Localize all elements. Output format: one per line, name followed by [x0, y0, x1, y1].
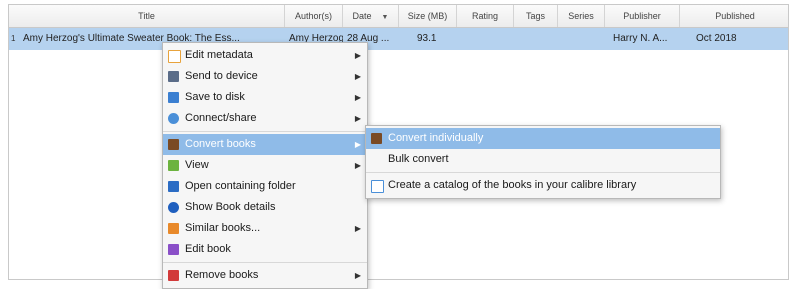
menu-item-label: Open containing folder: [185, 180, 296, 192]
menu-item-edit-book[interactable]: Edit book: [163, 239, 367, 260]
column-header-publisher-label: Publisher: [623, 11, 661, 21]
catalog-icon: [371, 180, 384, 193]
cell-series[interactable]: [558, 28, 605, 50]
row-number: 1: [11, 34, 16, 43]
submenu-arrow-icon: ▶: [354, 224, 361, 233]
save-disk-icon: [168, 92, 179, 103]
menu-item-label: View: [185, 159, 209, 171]
connect-share-icon: [168, 113, 179, 124]
menu-item-label: Connect/share: [185, 112, 257, 124]
menu-item-convert-books[interactable]: Convert books ▶: [163, 134, 367, 155]
convert-submenu: Convert individually Bulk convert Create…: [365, 125, 721, 199]
similar-books-icon: [168, 223, 179, 234]
column-header-series[interactable]: Series: [558, 5, 605, 27]
column-header-authors-label: Author(s): [294, 11, 332, 21]
cell-published[interactable]: Oct 2018: [680, 28, 788, 50]
menu-item-open-containing-folder[interactable]: Open containing folder: [163, 176, 367, 197]
column-header-publisher[interactable]: Publisher: [605, 5, 680, 27]
edit-metadata-icon: [168, 50, 181, 63]
menu-item-label: Remove books: [185, 269, 259, 281]
column-header-title[interactable]: Title: [9, 5, 285, 27]
column-header-rating-label: Rating: [471, 11, 498, 21]
cell-published-text: Oct 2018: [696, 33, 737, 44]
submenu-arrow-icon: ▶: [354, 51, 361, 60]
convert-books-icon: [168, 139, 179, 150]
edit-book-icon: [168, 244, 179, 255]
menu-item-similar-books[interactable]: Similar books... ▶: [163, 218, 367, 239]
submenu-item-create-catalog[interactable]: Create a catalog of the books in your ca…: [366, 175, 720, 196]
menu-separator: [366, 172, 720, 173]
remove-books-icon: [168, 270, 179, 281]
submenu-arrow-icon: ▶: [354, 72, 361, 81]
column-header-authors[interactable]: Author(s): [285, 5, 343, 27]
cell-rating[interactable]: [457, 28, 514, 50]
menu-item-label: Send to device: [185, 70, 258, 82]
submenu-arrow-icon: ▶: [354, 93, 361, 102]
sort-descending-icon: ▼: [381, 14, 389, 21]
column-header-size[interactable]: Size (MB): [399, 5, 457, 27]
submenu-arrow-icon: ▶: [354, 114, 361, 123]
column-header-published[interactable]: Published: [680, 5, 788, 27]
column-header-tags-label: Tags: [525, 11, 545, 21]
menu-item-view[interactable]: View ▶: [163, 155, 367, 176]
menu-item-label: Save to disk: [185, 91, 245, 103]
cell-size-text: 93.1: [417, 33, 437, 44]
menu-item-label: Edit book: [185, 243, 231, 255]
submenu-item-convert-individually[interactable]: Convert individually: [366, 128, 720, 149]
menu-item-send-to-device[interactable]: Send to device ▶: [163, 66, 367, 87]
column-header-date-label: Date: [352, 11, 372, 21]
column-header-size-label: Size (MB): [407, 11, 448, 21]
menu-item-connect-share[interactable]: Connect/share ▶: [163, 108, 367, 129]
menu-item-edit-metadata[interactable]: Edit metadata ▶: [163, 45, 367, 66]
column-header-rating[interactable]: Rating: [457, 5, 514, 27]
folder-icon: [168, 181, 179, 192]
convert-individually-icon: [371, 133, 382, 144]
info-icon: [168, 202, 179, 213]
cell-tags[interactable]: [514, 28, 558, 50]
submenu-item-label: Convert individually: [388, 132, 484, 144]
submenu-arrow-icon: ▶: [354, 140, 361, 149]
cell-publisher-text: Harry N. A...: [613, 33, 668, 44]
column-header-date[interactable]: Date ▼: [343, 5, 399, 27]
submenu-arrow-icon: ▶: [354, 161, 361, 170]
menu-separator: [163, 131, 367, 132]
cell-size[interactable]: 93.1: [399, 28, 457, 50]
view-icon: [168, 160, 179, 171]
column-header-title-label: Title: [138, 11, 155, 21]
submenu-item-bulk-convert[interactable]: Bulk convert: [366, 149, 720, 170]
column-header-published-label: Published: [715, 11, 755, 21]
submenu-item-label: Create a catalog of the books in your ca…: [388, 179, 637, 191]
cell-publisher[interactable]: Harry N. A...: [605, 28, 680, 50]
menu-item-label: Show Book details: [185, 201, 276, 213]
column-header-tags[interactable]: Tags: [514, 5, 558, 27]
column-header-series-label: Series: [568, 11, 594, 21]
column-header-row: Title Author(s) Date ▼ Size (MB) Rating T…: [9, 5, 788, 28]
menu-item-show-book-details[interactable]: Show Book details: [163, 197, 367, 218]
menu-item-label: Similar books...: [185, 222, 261, 234]
menu-item-save-to-disk[interactable]: Save to disk ▶: [163, 87, 367, 108]
send-device-icon: [168, 71, 179, 82]
submenu-arrow-icon: ▶: [354, 271, 361, 280]
table-row[interactable]: 1 Amy Herzog's Ultimate Sweater Book: Th…: [9, 28, 788, 50]
context-menu: Edit metadata ▶ Send to device ▶ Save to…: [162, 42, 368, 289]
menu-separator: [163, 262, 367, 263]
menu-item-label: Convert books: [185, 138, 256, 150]
submenu-item-label: Bulk convert: [388, 153, 449, 165]
menu-item-label: Edit metadata: [185, 49, 253, 61]
menu-item-remove-books[interactable]: Remove books ▶: [163, 265, 367, 286]
